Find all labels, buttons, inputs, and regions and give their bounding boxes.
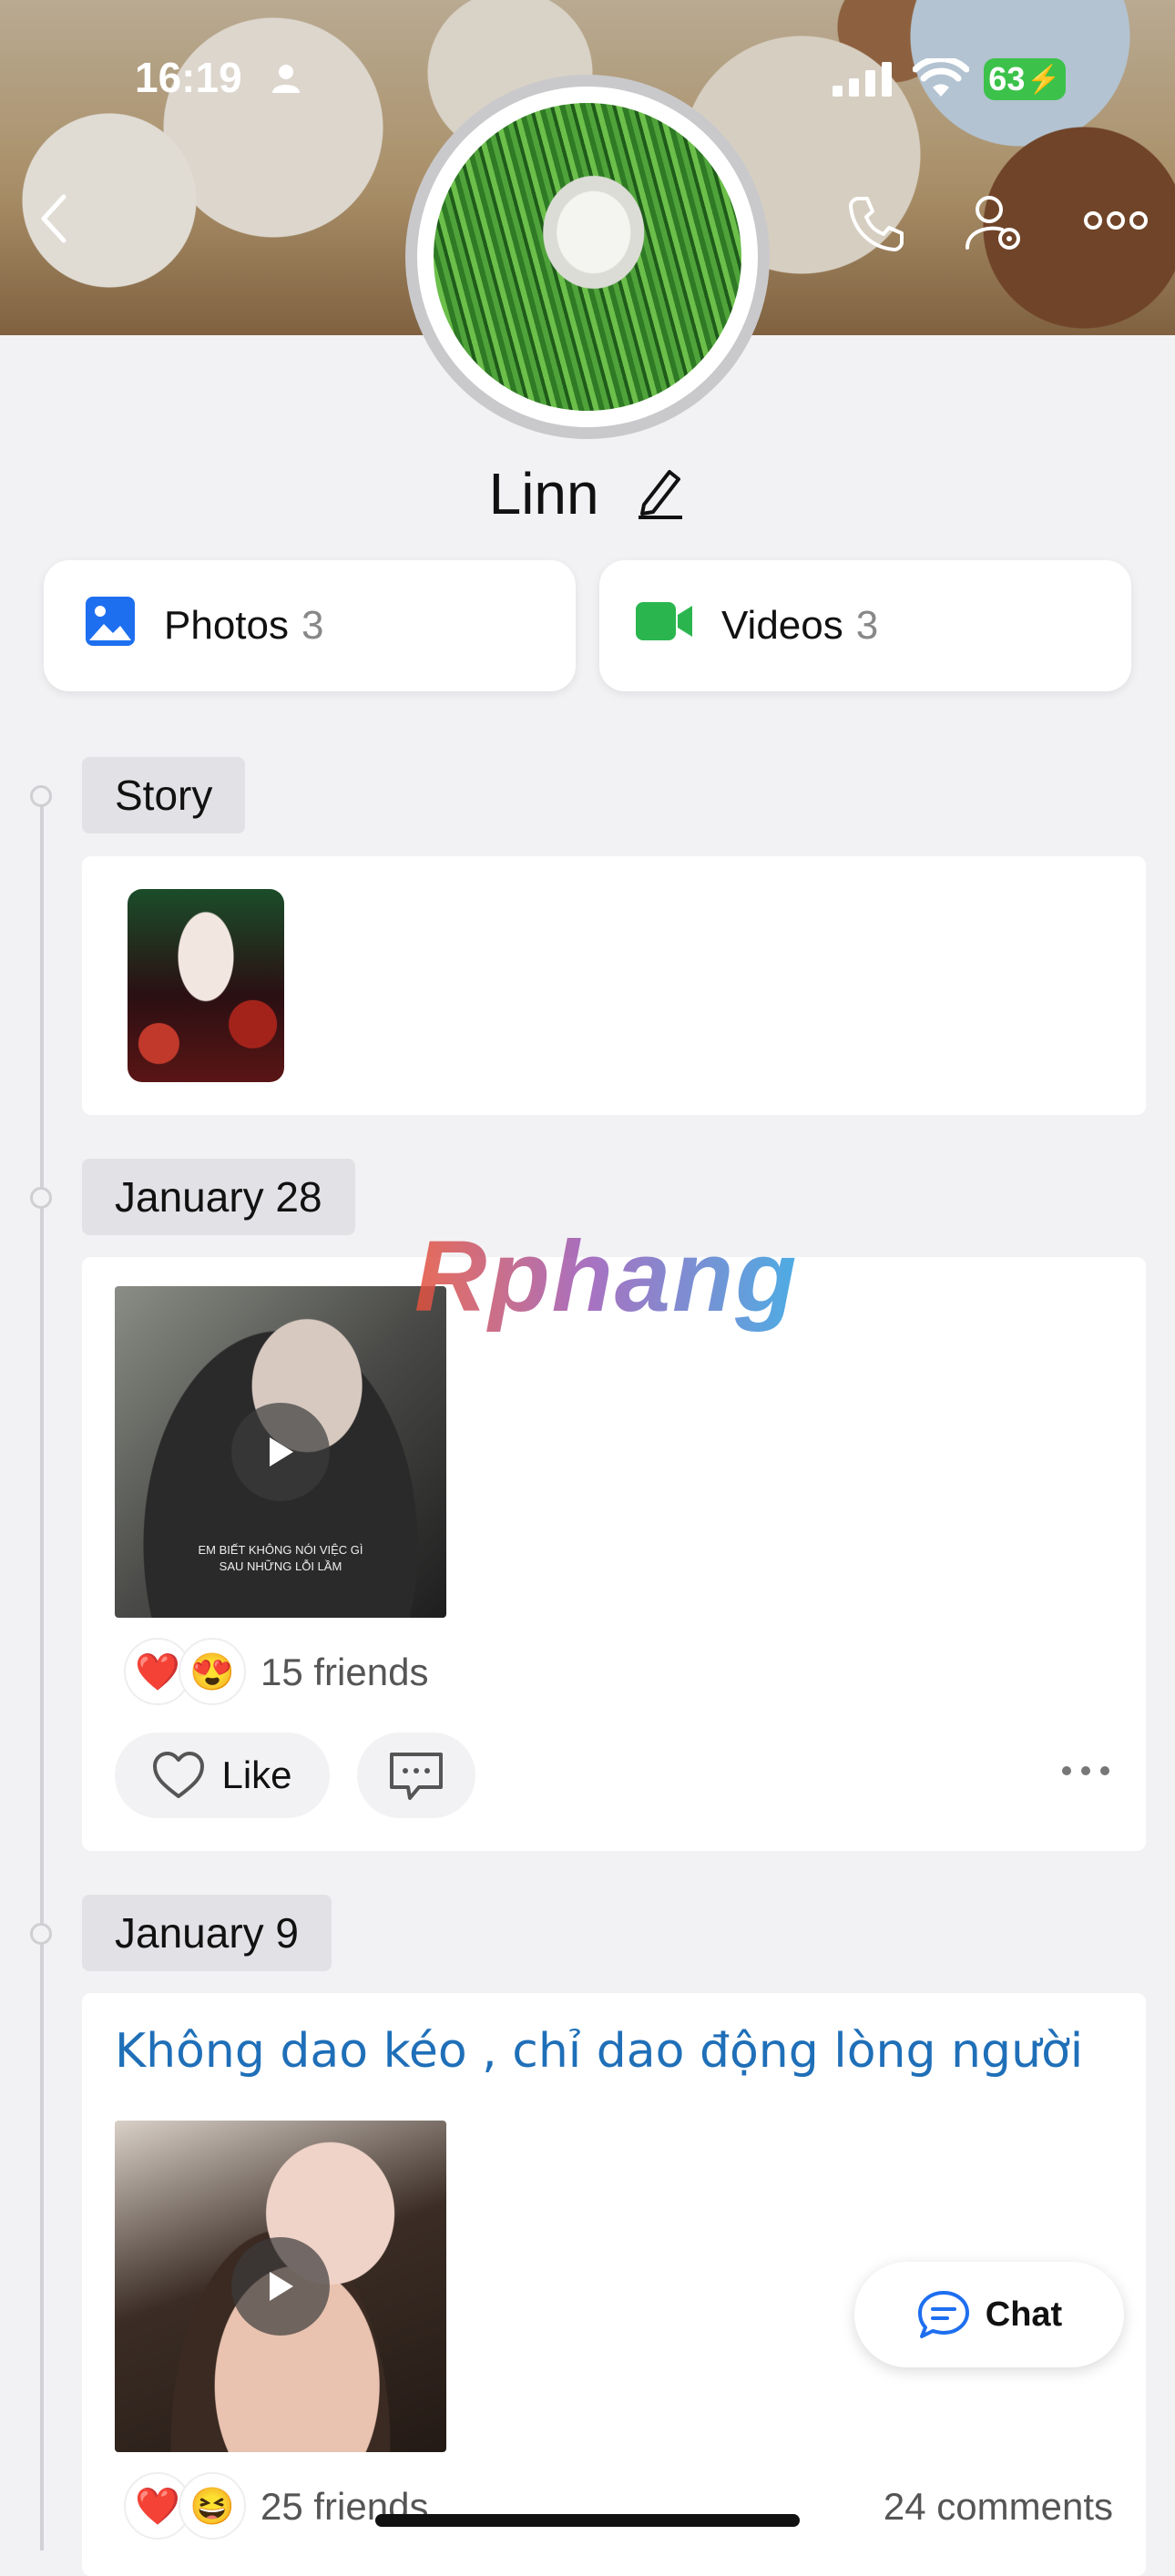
videos-label: Videos <box>721 603 843 648</box>
back-button[interactable] <box>36 191 69 246</box>
like-button[interactable]: Like <box>115 1733 330 1818</box>
story-thumbnail[interactable] <box>128 889 284 1082</box>
post-caption: Không dao kéo , chỉ dao động lòng người <box>115 2024 1084 2079</box>
phone-icon[interactable] <box>845 193 905 253</box>
timeline-dot <box>30 785 52 807</box>
story-tag: Story <box>82 757 246 833</box>
videos-button[interactable]: Videos 3 <box>599 560 1131 691</box>
heart-eyes-reaction-icon: 😍 <box>179 1638 246 1705</box>
chat-button[interactable]: Chat <box>854 2262 1124 2367</box>
timeline-dot <box>30 1923 52 1945</box>
video-thumbnail[interactable]: EM BIẾT KHÔNG NÓI VIỆC GÌ SAU NHỮNG LỖI … <box>115 1286 446 1618</box>
post-more-icon[interactable] <box>1060 1764 1111 1782</box>
photos-icon <box>84 595 137 658</box>
comment-icon <box>390 1753 443 1800</box>
chat-bubble-icon <box>917 2291 969 2338</box>
battery-indicator: 63 ⚡ <box>984 58 1066 100</box>
signal-icon <box>831 60 894 97</box>
play-icon[interactable] <box>231 1403 330 1501</box>
photos-count: 3 <box>301 603 324 648</box>
profile-name: Linn <box>488 461 599 526</box>
laughing-reaction-icon: 😆 <box>179 2472 246 2540</box>
thumbnail-caption-line: SAU NHỮNG LỖI LẦM <box>219 1559 342 1573</box>
photos-label: Photos <box>164 603 289 648</box>
heart-outline-icon <box>153 1752 205 1798</box>
watermark: Rphang <box>414 1221 799 1333</box>
charging-icon: ⚡ <box>1027 64 1061 95</box>
battery-level: 63 <box>988 60 1026 97</box>
avatar[interactable] <box>434 103 741 411</box>
reactions-count[interactable]: 15 friends <box>261 1651 428 1694</box>
date-tag: January 9 <box>82 1895 332 1971</box>
play-icon[interactable] <box>231 2237 330 2336</box>
wifi-icon <box>913 58 969 98</box>
more-options-icon[interactable] <box>1084 210 1148 231</box>
thumbnail-caption-line: EM BIẾT KHÔNG NÓI VIỆC GÌ <box>198 1543 363 1557</box>
post-card: EM BIẾT KHÔNG NÓI VIỆC GÌ SAU NHỮNG LỖI … <box>82 1257 1146 1851</box>
profile-settings-icon[interactable] <box>964 191 1027 255</box>
comment-button[interactable] <box>357 1733 475 1818</box>
person-icon <box>270 62 302 95</box>
edit-pencil-icon[interactable] <box>635 465 686 533</box>
like-label: Like <box>221 1753 292 1796</box>
timeline-dot <box>30 1187 52 1209</box>
videos-count: 3 <box>855 603 879 648</box>
story-card <box>82 856 1146 1115</box>
comments-count[interactable]: 24 comments <box>884 2485 1113 2529</box>
timeline-line <box>40 792 44 2550</box>
chat-label: Chat <box>985 2295 1063 2334</box>
profile-name-row: Linn <box>0 460 1175 533</box>
photos-button[interactable]: Photos 3 <box>44 560 576 691</box>
video-camera-icon <box>636 600 694 652</box>
home-indicator <box>375 2514 800 2527</box>
status-time: 16:19 <box>135 54 242 101</box>
video-thumbnail[interactable] <box>115 2121 446 2452</box>
date-tag: January 28 <box>82 1159 355 1235</box>
